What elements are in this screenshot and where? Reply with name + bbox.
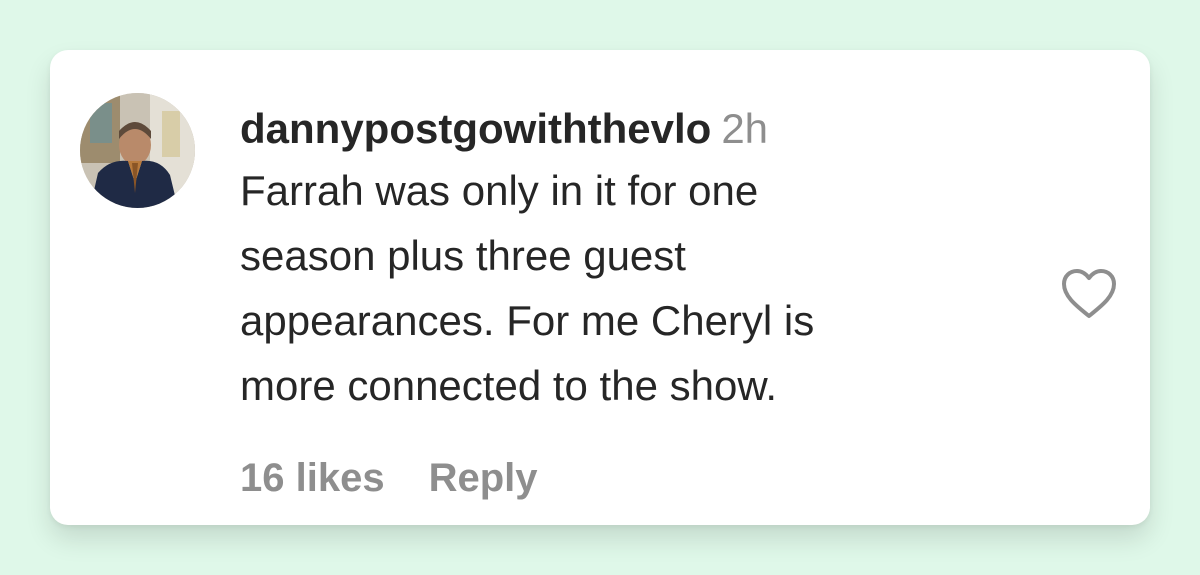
heart-outline-icon [1062, 269, 1116, 318]
likes-count-link[interactable]: 16 likes [240, 456, 385, 500]
username-link[interactable]: dannypostgowiththevlo [240, 105, 711, 152]
reply-button[interactable]: Reply [429, 456, 538, 500]
comment-timestamp[interactable]: 2h [721, 105, 768, 152]
comment-content: dannypostgowiththevlo 2h Farrah was only … [240, 104, 1000, 418]
comment-actions: 16 likes Reply [240, 453, 538, 503]
avatar-image [80, 93, 195, 208]
comment-text: Farrah was only in it for one season plu… [240, 158, 1000, 418]
comment-text-line: season plus three guest [240, 232, 686, 279]
avatar[interactable] [80, 93, 195, 208]
comment-header: dannypostgowiththevlo 2h [240, 104, 1000, 154]
comment-card: dannypostgowiththevlo 2h Farrah was only … [50, 50, 1150, 525]
comment-text-line: appearances. For me Cheryl is [240, 297, 815, 344]
comment-text-line: more connected to the show. [240, 362, 777, 409]
like-button[interactable] [1060, 268, 1118, 320]
comment-text-line: Farrah was only in it for one [240, 167, 759, 214]
